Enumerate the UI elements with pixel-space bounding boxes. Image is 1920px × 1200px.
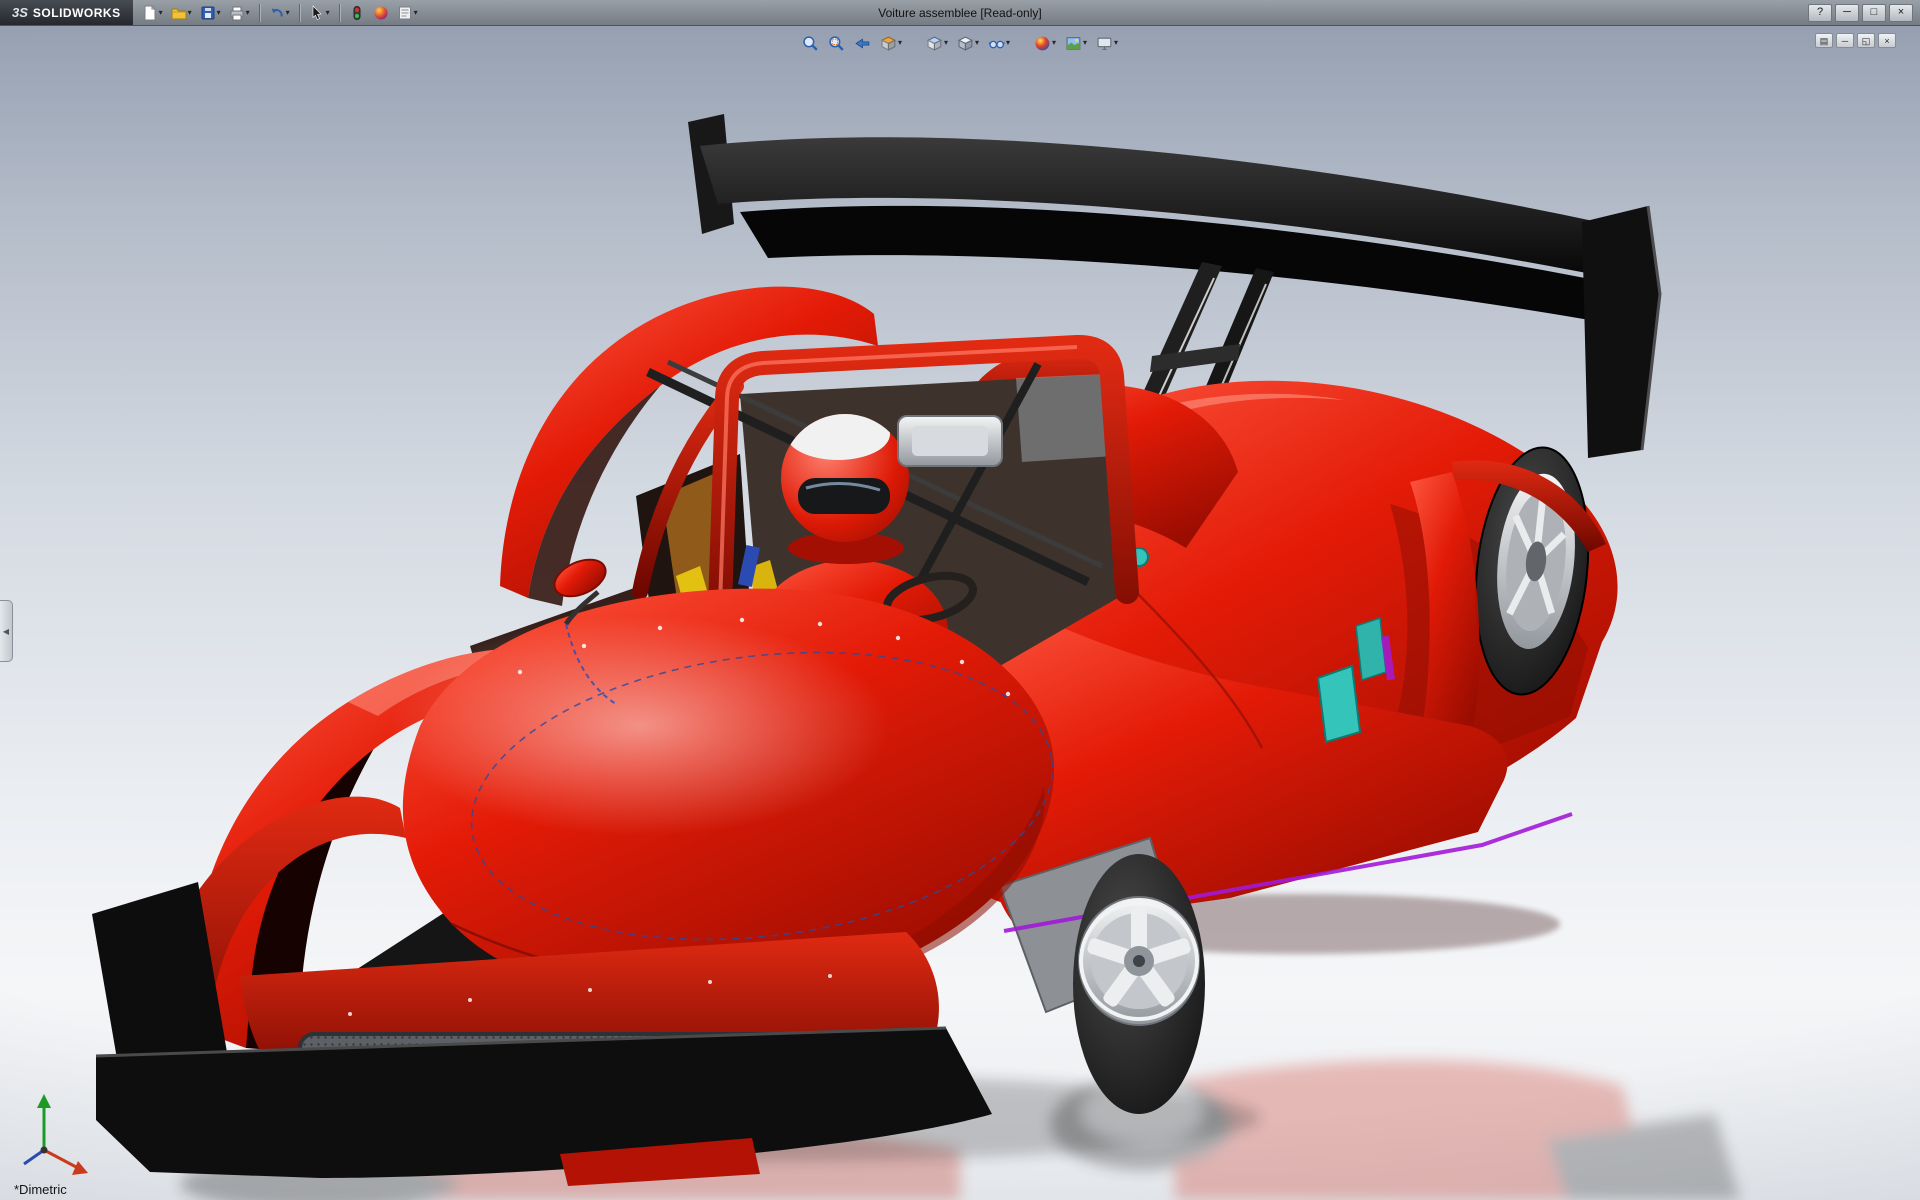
solidworks-logo: 3S SOLIDWORKS bbox=[0, 0, 133, 25]
toolbar-separator bbox=[259, 4, 260, 22]
select-cursor-icon bbox=[309, 5, 325, 21]
hide-show-items-button[interactable]: ▾ bbox=[985, 31, 1013, 55]
window-controls: ? ─ □ × bbox=[1801, 0, 1920, 25]
orientation-triad bbox=[24, 1094, 88, 1175]
document-restore-button[interactable]: ◱ bbox=[1857, 33, 1875, 48]
dropdown-arrow-icon[interactable]: ▾ bbox=[1006, 39, 1010, 47]
previous-view-icon bbox=[854, 35, 871, 52]
brand-name: SOLIDWORKS bbox=[33, 6, 121, 20]
dropdown-arrow-icon[interactable]: ▾ bbox=[246, 9, 250, 17]
model-3d-view[interactable] bbox=[0, 26, 1920, 1200]
rebuild-icon bbox=[349, 5, 365, 21]
toolbar-separator bbox=[299, 4, 300, 22]
dropdown-arrow-icon[interactable]: ▾ bbox=[898, 39, 902, 47]
view-settings-icon bbox=[1096, 35, 1113, 52]
select-button[interactable]: ▾ bbox=[306, 2, 333, 24]
document-menu-button[interactable]: ▤ bbox=[1815, 33, 1833, 48]
options-button[interactable]: ▾ bbox=[394, 2, 421, 24]
dropdown-arrow-icon[interactable]: ▾ bbox=[326, 9, 330, 17]
rebuild-button[interactable] bbox=[346, 2, 368, 24]
hide-show-items-icon bbox=[988, 35, 1005, 52]
graphics-viewport[interactable]: ▾ ▾ ▾ ▾ ▾ bbox=[0, 26, 1920, 1200]
dropdown-arrow-icon[interactable]: ▾ bbox=[188, 9, 192, 17]
dropdown-arrow-icon[interactable]: ▾ bbox=[975, 39, 979, 47]
edit-appearance-icon bbox=[1034, 35, 1051, 52]
maximize-button[interactable]: □ bbox=[1862, 4, 1886, 22]
zoom-to-fit-button[interactable] bbox=[799, 31, 822, 55]
dropdown-arrow-icon[interactable]: ▾ bbox=[217, 9, 221, 17]
solidworks-window: 3S SOLIDWORKS ▾ ▾ ▾ ▾ bbox=[0, 0, 1920, 1200]
display-style-icon bbox=[957, 35, 974, 52]
document-minimize-button[interactable]: ─ bbox=[1836, 33, 1854, 48]
section-view-icon bbox=[880, 35, 897, 52]
dropdown-arrow-icon[interactable]: ▾ bbox=[159, 9, 163, 17]
dropdown-arrow-icon[interactable]: ▾ bbox=[286, 9, 290, 17]
options-icon bbox=[397, 5, 413, 21]
zoom-to-fit-icon bbox=[802, 35, 819, 52]
dropdown-arrow-icon[interactable]: ▾ bbox=[414, 9, 418, 17]
view-toolbar: ▾ ▾ ▾ ▾ ▾ bbox=[799, 31, 1121, 55]
minimize-button[interactable]: ─ bbox=[1835, 4, 1859, 22]
main-toolbar: ▾ ▾ ▾ ▾ ▾ bbox=[133, 0, 427, 25]
dropdown-arrow-icon[interactable]: ▾ bbox=[1052, 39, 1056, 47]
front-right-wheel bbox=[1073, 854, 1205, 1114]
dropdown-arrow-icon[interactable]: ▾ bbox=[1083, 39, 1087, 47]
document-close-button[interactable]: × bbox=[1878, 33, 1896, 48]
undo-icon bbox=[269, 5, 285, 21]
view-orientation-button[interactable]: ▾ bbox=[923, 31, 951, 55]
document-window-controls: ▤ ─ ◱ × bbox=[1815, 33, 1896, 48]
open-icon bbox=[171, 5, 187, 21]
edit-color-icon bbox=[373, 5, 389, 21]
print-icon bbox=[229, 5, 245, 21]
save-button[interactable]: ▾ bbox=[197, 2, 224, 24]
titlebar[interactable]: 3S SOLIDWORKS ▾ ▾ ▾ ▾ bbox=[0, 0, 1920, 26]
print-button[interactable]: ▾ bbox=[226, 2, 253, 24]
open-button[interactable]: ▾ bbox=[168, 2, 195, 24]
undo-button[interactable]: ▾ bbox=[266, 2, 293, 24]
help-button[interactable]: ? bbox=[1808, 4, 1832, 22]
zoom-to-area-icon bbox=[828, 35, 845, 52]
new-document-button[interactable]: ▾ bbox=[139, 2, 166, 24]
view-orientation-label: *Dimetric bbox=[14, 1182, 67, 1197]
feature-panel-collapse-tab[interactable]: ◀ bbox=[0, 600, 13, 662]
view-orientation-icon bbox=[926, 35, 943, 52]
display-style-button[interactable]: ▾ bbox=[954, 31, 982, 55]
edit-appearance-button[interactable]: ▾ bbox=[1031, 31, 1059, 55]
section-view-button[interactable]: ▾ bbox=[877, 31, 905, 55]
save-icon bbox=[200, 5, 216, 21]
dassault-logo-icon: 3S bbox=[12, 5, 28, 20]
apply-scene-icon bbox=[1065, 35, 1082, 52]
close-button[interactable]: × bbox=[1889, 4, 1913, 22]
edit-color-button[interactable] bbox=[370, 2, 392, 24]
dropdown-arrow-icon[interactable]: ▾ bbox=[1114, 39, 1118, 47]
previous-view-button[interactable] bbox=[851, 31, 874, 55]
zoom-to-area-button[interactable] bbox=[825, 31, 848, 55]
dropdown-arrow-icon[interactable]: ▾ bbox=[944, 39, 948, 47]
new-document-icon bbox=[142, 5, 158, 21]
apply-scene-button[interactable]: ▾ bbox=[1062, 31, 1090, 55]
toolbar-separator bbox=[339, 4, 340, 22]
view-settings-button[interactable]: ▾ bbox=[1093, 31, 1121, 55]
